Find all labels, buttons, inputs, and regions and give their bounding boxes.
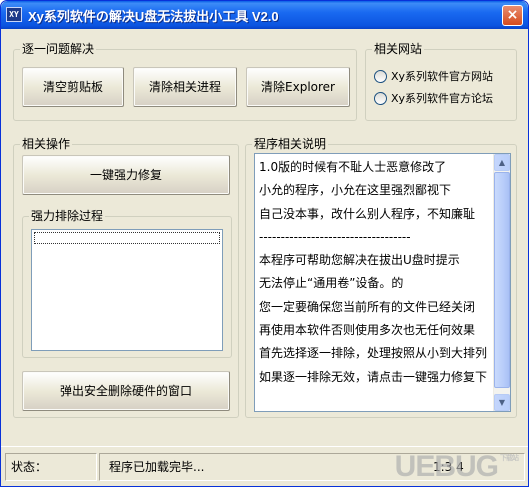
description-line: 1.0版的时候有不耻人士恶意修改了 [259,158,491,182]
eject-hardware-label: 弹出安全删除硬件的窗口 [59,384,192,398]
main-window: XY Xy系列软件の解决U盘无法拔出小工具 V2.0 × 逐一问题解决 清空剪贴… [0,0,529,487]
solve-group-title: 逐一问题解决 [20,41,97,57]
status-message: 程序已加载完毕... [109,460,205,474]
watermark-sub: 下载站 [500,455,519,462]
scroll-up-arrow-icon[interactable]: ▲ [494,154,510,171]
status-bar: 状态： 程序已加载完毕... 1:3 4 UEBUG 下载站 [1,446,528,486]
process-listbox[interactable] [31,229,223,351]
process-group-title: 强力排除过程 [29,208,106,224]
scroll-down-arrow-icon[interactable]: ▼ [494,394,510,411]
clear-clipboard-label: 清空剪贴板 [42,80,103,94]
description-line: 如果逐一排除无效，请点击一键强力修复下 [259,368,491,391]
clear-explorer-button[interactable]: 清除Explorer [246,67,350,107]
description-group: 程序相关说明 1.0版的时候有不耻人士恶意修改了 小允的程序，小允在这里强烈鄙视… [245,136,517,418]
eject-hardware-button[interactable]: 弹出安全删除硬件的窗口 [22,371,230,411]
sites-group-title: 相关网站 [372,41,425,57]
clear-clipboard-button[interactable]: 清空剪贴板 [22,67,124,107]
scroll-thumb[interactable] [494,172,510,388]
description-line: 您一定要确保您当前所有的文件已经关闭 [259,298,491,322]
one-click-repair-label: 一键强力修复 [89,168,162,182]
official-website-label: Xy系列软件官方网站 [391,70,494,83]
close-button[interactable]: × [502,5,523,26]
description-line: 自己没本事，改什么别人程序，不知廉耻 [259,205,491,228]
watermark-logo: UEBUG 下载站 [394,449,519,485]
description-line: 本程序可帮助您解决在拔出U盘时提示 [259,251,491,275]
app-icon: XY [6,7,22,22]
operations-group-title: 相关操作 [20,136,73,152]
description-line: 小允的程序，小允在这里强烈鄙视下 [259,181,491,205]
title-bar[interactable]: XY Xy系列软件の解决U盘无法拔出小工具 V2.0 × [1,1,528,29]
process-group: 强力排除过程 [22,208,232,358]
description-lines: 1.0版的时候有不耻人士恶意修改了 小允的程序，小允在这里强烈鄙视下 自己没本事… [259,158,491,391]
clear-explorer-label: 清除Explorer [261,80,335,94]
list-focus-row [34,232,220,244]
official-forum-label: Xy系列软件官方论坛 [391,92,494,105]
official-forum-link[interactable]: Xy系列软件官方论坛 [374,90,493,106]
radio-icon[interactable] [374,69,387,83]
description-line: 首先选择逐一排除，处理按照从小到大排列 [259,344,491,368]
official-website-link[interactable]: Xy系列软件官方网站 [374,68,493,84]
solve-group: 逐一问题解决 清空剪贴板 清除相关进程 清除Explorer [13,41,357,121]
description-line: ----------------------------------- [259,228,491,252]
one-click-repair-button[interactable]: 一键强力修复 [22,155,230,195]
sites-group: 相关网站 Xy系列软件官方网站 Xy系列软件官方论坛 [365,41,517,121]
radio-icon[interactable] [374,91,387,105]
vertical-scrollbar[interactable]: ▲ ▼ [493,154,510,411]
window-title: Xy系列软件の解决U盘无法拔出小工具 V2.0 [28,9,279,24]
clear-processes-label: 清除相关进程 [148,80,221,94]
description-group-title: 程序相关说明 [252,136,329,152]
status-label: 状态： [11,460,48,474]
description-line: 无法停止“通用卷”设备。的 [259,274,491,298]
clear-processes-button[interactable]: 清除相关进程 [133,67,237,107]
watermark-text: UEBUG [394,450,499,483]
description-line: 再使用本软件否则使用多次也无任何效果 [259,321,491,345]
operations-group: 相关操作 一键强力修复 强力排除过程 弹出安全删除硬件的窗口 [13,136,239,418]
description-textbox[interactable]: 1.0版的时候有不耻人士恶意修改了 小允的程序，小允在这里强烈鄙视下 自己没本事… [254,153,511,412]
